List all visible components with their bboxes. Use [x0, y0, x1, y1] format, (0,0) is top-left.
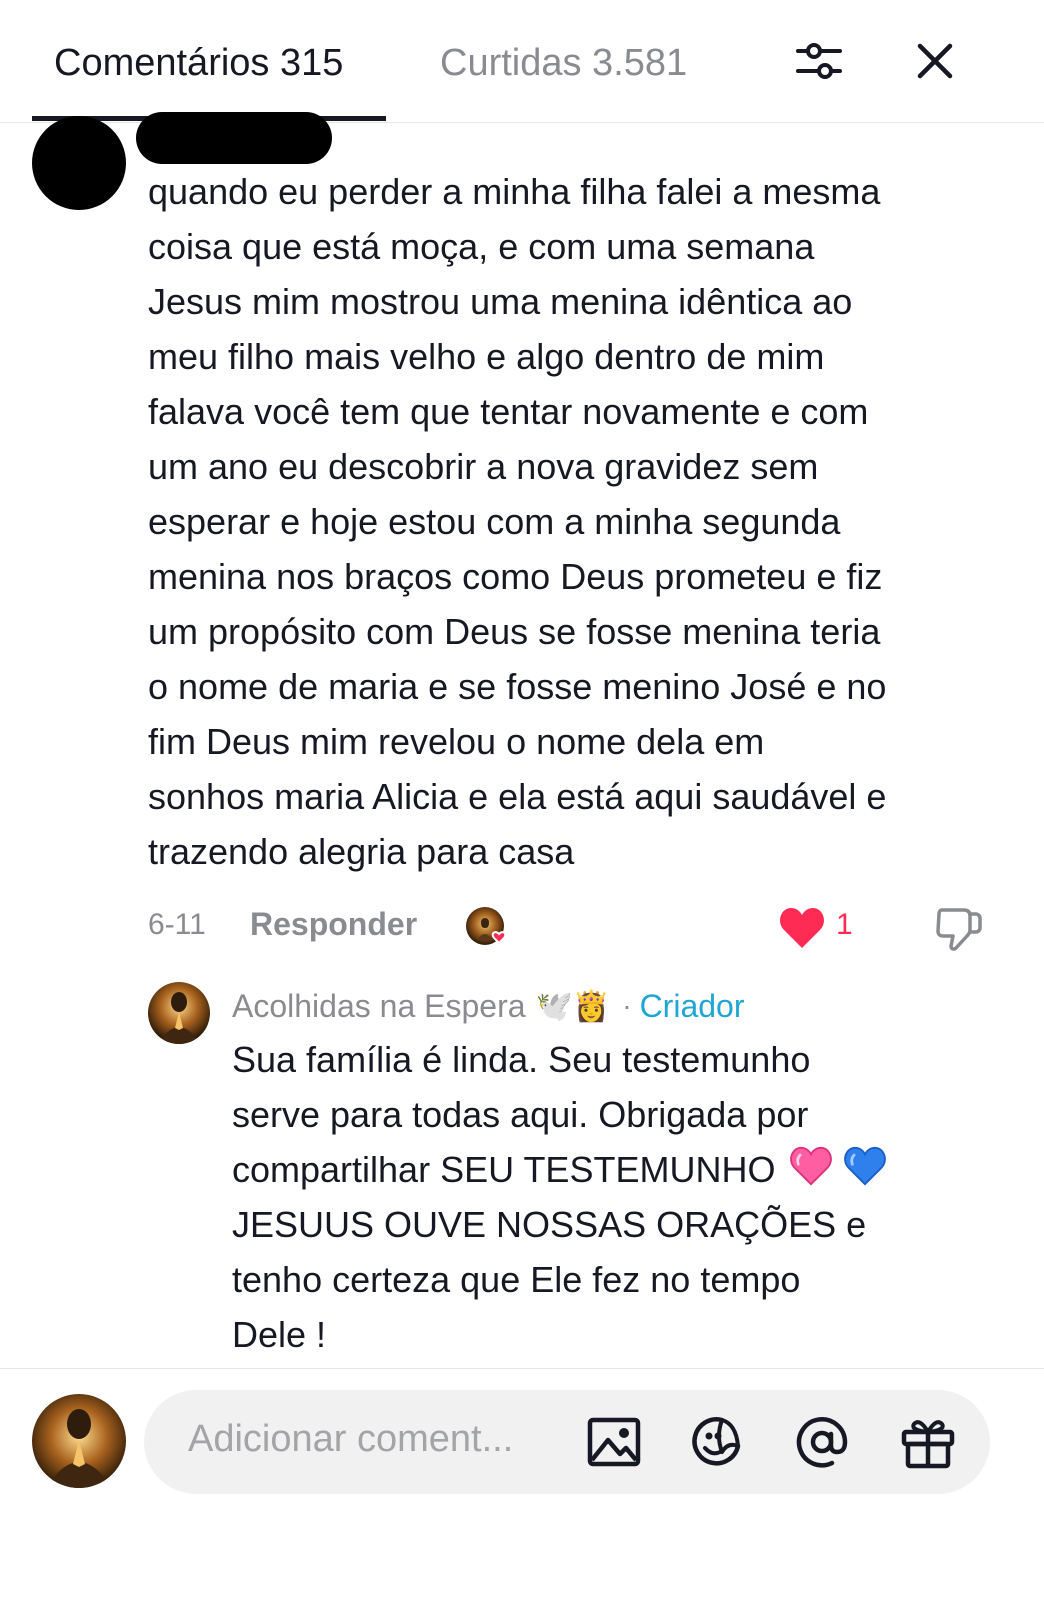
comment-line: um propósito com Deus se fosse menina te… — [148, 611, 881, 652]
comment-line: quando eu perder a minha filha falei a m… — [148, 171, 881, 212]
close-button[interactable] — [906, 32, 964, 90]
pink-heart-icon — [790, 1146, 833, 1186]
like-count: 1 — [836, 908, 853, 941]
creator-liked-avatar-icon — [466, 907, 507, 945]
comment-line: fim Deus mim revelou o nome dela em — [148, 721, 765, 762]
comments-sheet: Comentários 315 Curtidas 3.581 quando eu… — [0, 0, 1044, 1600]
gift-icon[interactable] — [898, 1412, 958, 1472]
praying-figure-icon — [32, 1394, 126, 1488]
redacted-avatar[interactable] — [32, 116, 126, 210]
reply-body: Sua família é linda. Seu testemunho serv… — [232, 1032, 1012, 1362]
comment-input-placeholder[interactable]: Adicionar coment... — [188, 1418, 513, 1461]
comment-body: quando eu perder a minha filha falei a m… — [148, 164, 1008, 879]
creator-badge: Criador — [639, 987, 745, 1024]
comment-line: sonhos maria Alicia e ela está aqui saud… — [148, 776, 887, 817]
reply-header: Acolhidas na Espera 🕊️👸 · Criador — [232, 984, 744, 1028]
blue-heart-icon — [844, 1146, 887, 1186]
praying-figure-icon — [148, 982, 210, 1044]
separator-dot: · — [622, 990, 632, 1021]
reply-line: JESUUS OUVE NOSSAS ORAÇÕES e — [232, 1204, 867, 1245]
comment-line: meu filho mais velho e algo dentro de mi… — [148, 336, 825, 377]
creator-avatar[interactable] — [148, 982, 210, 1044]
comments-header: Comentários 315 Curtidas 3.581 — [0, 0, 1044, 123]
comment-date: 6-11 — [148, 908, 206, 941]
filter-button[interactable] — [790, 32, 848, 90]
reply-button[interactable]: Responder — [250, 906, 417, 943]
reply-line: Sua família é linda. Seu testemunho — [232, 1039, 811, 1080]
mention-icon[interactable] — [792, 1412, 852, 1472]
comment-line: um ano eu descobrir a nova gravidez sem — [148, 446, 819, 487]
reply-line: Dele ! — [232, 1314, 327, 1355]
redacted-username[interactable] — [136, 112, 332, 164]
comment-line: o nome de maria e se fosse menino José e… — [148, 666, 887, 707]
comment-line: esperar e hoje estou com a minha segunda — [148, 501, 841, 542]
like-heart-icon[interactable] — [778, 906, 826, 950]
reply-line: serve para todas aqui. Obrigada por — [232, 1094, 809, 1135]
comment-line: falava você tem que tentar novamente e c… — [148, 391, 869, 432]
comment-line: trazendo alegria para casa — [148, 831, 575, 872]
comment-meta: 6-11 Responder 1 — [0, 902, 1044, 952]
dislike-icon[interactable] — [934, 904, 984, 952]
creator-name-emojis: 🕊️👸 — [535, 989, 611, 1023]
image-icon[interactable] — [584, 1412, 644, 1472]
emoji-icon[interactable] — [688, 1412, 748, 1472]
tab-likes[interactable]: Curtidas 3.581 — [440, 40, 687, 86]
my-avatar[interactable] — [32, 1394, 126, 1488]
comment-line: coisa que está moça, e com uma semana — [148, 226, 815, 267]
sliders-icon — [796, 43, 842, 79]
comment-line: Jesus mim mostrou uma menina idêntica ao — [148, 281, 853, 322]
reply-line: tenho certeza que Ele fez no tempo — [232, 1259, 801, 1300]
tab-comments[interactable]: Comentários 315 — [54, 40, 343, 86]
comment-line: menina nos braços como Deus prometeu e f… — [148, 556, 883, 597]
reply-line: compartilhar SEU TESTEMUNHO — [232, 1149, 776, 1190]
reply-line-with-hearts: compartilhar SEU TESTEMUNHO — [232, 1142, 1012, 1197]
creator-name[interactable]: Acolhidas na Espera — [232, 988, 526, 1025]
close-icon — [917, 43, 953, 79]
